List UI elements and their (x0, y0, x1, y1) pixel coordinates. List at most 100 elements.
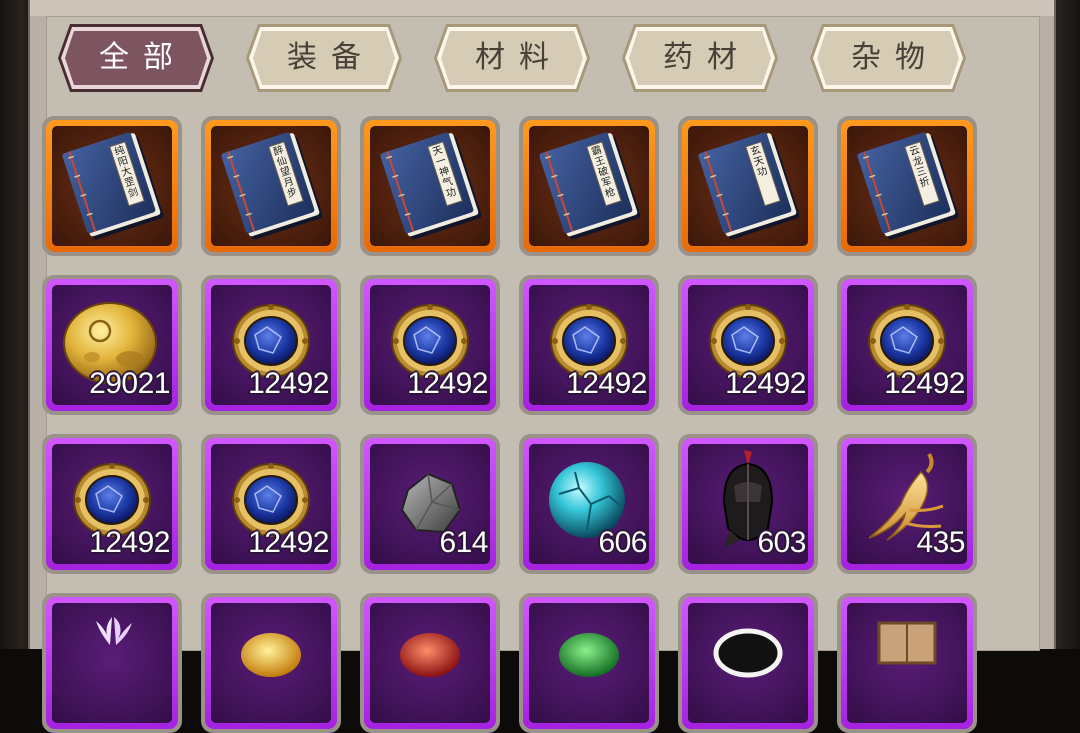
green-orb-icon (529, 603, 649, 723)
slot-background (52, 603, 172, 723)
inventory-slot[interactable]: 12492 (201, 275, 341, 415)
rarity-frame: 12492 (682, 279, 814, 411)
tab-label: 全部 (99, 40, 187, 75)
inventory-slot[interactable]: 玄天功 (678, 116, 818, 256)
rarity-frame: 天一神气功 (364, 120, 496, 252)
slot-background: 29021 (52, 285, 172, 405)
slot-background (847, 603, 967, 723)
inventory-slot[interactable] (837, 593, 977, 733)
rarity-frame (682, 597, 814, 729)
gold-orb-icon (211, 603, 331, 723)
slot-background: 435 (847, 444, 967, 564)
inventory-slot[interactable] (42, 593, 182, 733)
rarity-frame: 614 (364, 438, 496, 570)
rarity-frame: 霸王破军枪 (523, 120, 655, 252)
rarity-frame: 纯阳大罡剑 (46, 120, 178, 252)
tab-label: 药材 (663, 40, 751, 75)
rarity-frame: 玄天功 (682, 120, 814, 252)
slot-background (370, 603, 490, 723)
rarity-frame: 606 (523, 438, 655, 570)
manual-book-icon: 玄天功 (688, 126, 808, 246)
item-count: 12492 (248, 526, 329, 559)
inventory-slot[interactable]: 12492 (519, 275, 659, 415)
slot-background (529, 603, 649, 723)
slot-background: 12492 (52, 444, 172, 564)
slot-background: 云龙三折 (847, 126, 967, 246)
inventory-slot[interactable]: 12492 (201, 434, 341, 574)
slot-background: 霸王破军枪 (529, 126, 649, 246)
tab-herbs[interactable]: 药材 (620, 22, 780, 94)
slot-background (211, 603, 331, 723)
item-count: 12492 (248, 367, 329, 400)
inventory-slot[interactable]: 29021 (42, 275, 182, 415)
inventory-slot[interactable] (519, 593, 659, 733)
wooden-box-icon (847, 603, 967, 723)
inventory-slot[interactable] (201, 593, 341, 733)
item-count: 603 (757, 526, 806, 559)
pearl-icon (688, 603, 808, 723)
item-count: 12492 (566, 367, 647, 400)
rarity-frame: 29021 (46, 279, 178, 411)
slot-background: 玄天功 (688, 126, 808, 246)
manual-book-icon: 醉仙望月步 (211, 126, 331, 246)
rarity-frame: 12492 (205, 279, 337, 411)
item-count: 614 (439, 526, 488, 559)
category-tabs: 全部 装备 材料 药材 杂物 (56, 22, 976, 94)
slot-background: 12492 (688, 285, 808, 405)
rarity-frame: 435 (841, 438, 973, 570)
rarity-frame: 603 (682, 438, 814, 570)
item-count: 29021 (89, 367, 170, 400)
manual-book-icon: 云龙三折 (847, 126, 967, 246)
slot-background (688, 603, 808, 723)
slot-background: 12492 (847, 285, 967, 405)
rarity-frame: 12492 (205, 438, 337, 570)
item-count: 435 (916, 526, 965, 559)
rarity-frame: 云龙三折 (841, 120, 973, 252)
item-count: 12492 (725, 367, 806, 400)
inventory-slot[interactable]: 606 (519, 434, 659, 574)
inventory-slot[interactable]: 12492 (360, 275, 500, 415)
slot-background: 12492 (529, 285, 649, 405)
slot-background: 天一神气功 (370, 126, 490, 246)
red-orb-icon (370, 603, 490, 723)
rarity-frame (46, 597, 178, 729)
manual-book-icon: 纯阳大罡剑 (52, 126, 172, 246)
rarity-frame (205, 597, 337, 729)
inventory-slot[interactable]: 醉仙望月步 (201, 116, 341, 256)
item-count: 606 (598, 526, 647, 559)
rarity-frame (523, 597, 655, 729)
inventory-slot[interactable]: 霸王破军枪 (519, 116, 659, 256)
rarity-frame: 醉仙望月步 (205, 120, 337, 252)
inventory-slot[interactable]: 云龙三折 (837, 116, 977, 256)
inventory-slot[interactable] (360, 593, 500, 733)
tab-misc[interactable]: 杂物 (808, 22, 968, 94)
inventory-slot[interactable]: 12492 (678, 275, 818, 415)
inventory-slot[interactable]: 603 (678, 434, 818, 574)
rarity-frame: 12492 (841, 279, 973, 411)
inventory-slot[interactable]: 12492 (837, 275, 977, 415)
slot-background: 纯阳大罡剑 (52, 126, 172, 246)
inventory-slot[interactable]: 12492 (42, 434, 182, 574)
tab-materials[interactable]: 材料 (432, 22, 592, 94)
inventory-slot[interactable]: 纯阳大罡剑 (42, 116, 182, 256)
rarity-frame (364, 597, 496, 729)
tab-label: 杂物 (851, 40, 939, 75)
tab-label: 装备 (287, 40, 375, 75)
manual-book-icon: 霸王破军枪 (529, 126, 649, 246)
item-count: 12492 (89, 526, 170, 559)
tab-label: 材料 (475, 40, 563, 75)
inventory-slot[interactable]: 614 (360, 434, 500, 574)
tab-all[interactable]: 全部 (56, 22, 216, 94)
slot-background: 606 (529, 444, 649, 564)
tab-equipment[interactable]: 装备 (244, 22, 404, 94)
item-grid: 纯阳大罡剑醉仙望月步天一神气功霸王破军枪玄天功云龙三折 29021 12492 124… (42, 116, 982, 733)
inventory-slot[interactable] (678, 593, 818, 733)
rarity-frame: 12492 (364, 279, 496, 411)
slot-background: 603 (688, 444, 808, 564)
slot-background: 12492 (211, 444, 331, 564)
inventory-slot[interactable]: 天一神气功 (360, 116, 500, 256)
slot-background: 614 (370, 444, 490, 564)
inventory-slot[interactable]: 435 (837, 434, 977, 574)
slot-background: 醉仙望月步 (211, 126, 331, 246)
panel-top-strip (30, 0, 1054, 16)
